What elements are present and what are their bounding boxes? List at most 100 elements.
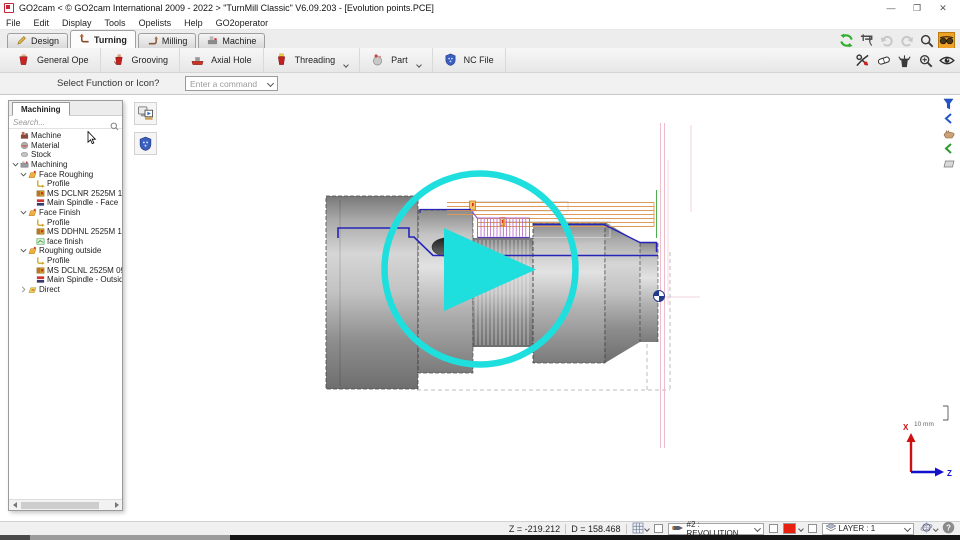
chevron-left-blue-icon[interactable]: [941, 112, 956, 125]
tree-item-material[interactable]: Material: [9, 141, 122, 151]
operation-icon: [27, 246, 37, 255]
search-icon: [110, 118, 119, 136]
tree-item-profile[interactable]: Profile: [9, 217, 122, 227]
expander-open-icon[interactable]: [19, 247, 27, 254]
spindle-checkbox[interactable]: [654, 524, 663, 533]
spindle-icon: [35, 198, 45, 207]
menu-item-go2operator[interactable]: GO2operator: [216, 18, 269, 28]
axial-hole-icon: [191, 53, 204, 68]
svg-text:?: ?: [946, 523, 951, 532]
tree-item-face-finish[interactable]: face finish: [9, 237, 122, 247]
design-tab-icon: [16, 35, 27, 48]
tool-icon: [35, 266, 45, 275]
eraser-icon[interactable]: [875, 52, 892, 69]
turning-tab-icon: [79, 33, 90, 46]
window-title: GO2cam < © GO2cam International 2009 - 2…: [19, 3, 878, 13]
zoom-in-icon[interactable]: [917, 52, 934, 69]
operation-icon: [27, 208, 37, 217]
ribbon-button-axial-hole[interactable]: Axial Hole: [180, 48, 264, 72]
viewport-canvas[interactable]: [0, 95, 960, 521]
maximize-button[interactable]: ❐: [904, 3, 930, 14]
scrollbar-thumb[interactable]: [21, 502, 99, 510]
orbit-button[interactable]: [920, 521, 938, 536]
plane-icon[interactable]: [941, 157, 956, 170]
close-button[interactable]: ✕: [930, 3, 956, 14]
color-swatch[interactable]: [783, 523, 803, 534]
tree-item-direct[interactable]: Direct: [9, 285, 122, 295]
color-checkbox[interactable]: [769, 524, 778, 533]
grooving-icon: [112, 53, 125, 68]
layer-checkbox[interactable]: [808, 524, 817, 533]
clean-icon[interactable]: [896, 52, 913, 69]
expander-open-icon[interactable]: [19, 171, 27, 178]
menu-item-opelists[interactable]: Opelists: [139, 18, 172, 28]
direct-icon: [27, 285, 37, 294]
nc-shield-button[interactable]: [134, 132, 157, 155]
tree-item-face-roughing[interactable]: Face Roughing: [9, 169, 122, 179]
spindle-selector[interactable]: #2 : REVOLUTION: [668, 523, 764, 535]
command-prompt-label: Select Function or Icon?: [57, 78, 159, 89]
menu-bar: File Edit Display Tools Opelists Help GO2opera…: [0, 16, 960, 30]
scroll-left-button[interactable]: [9, 500, 20, 510]
undo-icon[interactable]: [878, 32, 895, 49]
ribbon-button-threading[interactable]: Threading: [264, 48, 361, 72]
menu-item-edit[interactable]: Edit: [34, 18, 50, 28]
simulation-button[interactable]: [134, 102, 157, 125]
command-input[interactable]: Enter a command: [185, 76, 278, 91]
profile-icon: [35, 218, 45, 227]
grid-button[interactable]: [632, 522, 649, 536]
help-button[interactable]: ?: [942, 521, 955, 536]
machine-axes-icon[interactable]: [854, 52, 871, 69]
tree-item-ms-dclnl-2525m-09-t00[interactable]: MS DCLNL 2525M 09.T00: [9, 265, 122, 275]
filter-icon[interactable]: [941, 97, 956, 110]
expander-closed-icon[interactable]: [19, 286, 27, 293]
grab-icon[interactable]: [941, 127, 956, 140]
tree-item-profile[interactable]: Profile: [9, 179, 122, 189]
expander-open-icon[interactable]: [11, 161, 19, 168]
eye-icon[interactable]: [938, 52, 955, 69]
tree-item-ms-ddhnl-2525m-15-t00[interactable]: MS DDHNL 2525M 15.T00: [9, 227, 122, 237]
go2cam-window: GO2cam < © GO2cam International 2009 - 2…: [0, 0, 960, 540]
chevron-left-green-icon[interactable]: [941, 142, 956, 155]
tree-search[interactable]: Search...: [9, 116, 122, 129]
tree-item-profile[interactable]: Profile: [9, 256, 122, 266]
ribbon-button-grooving[interactable]: Grooving: [101, 48, 181, 72]
layer-selector[interactable]: LAYER : 1: [822, 523, 914, 535]
operation-icon: [27, 170, 37, 179]
tree-item-roughing-outside[interactable]: Roughing outside: [9, 246, 122, 256]
tree-item-main-spindle-outside[interactable]: Main Spindle - Outside: [9, 275, 122, 285]
glasses-icon[interactable]: [938, 32, 955, 49]
sync-icon[interactable]: [838, 32, 855, 49]
caliper-icon[interactable]: [858, 32, 875, 49]
tree-item-stock[interactable]: Stock: [9, 150, 122, 160]
horizontal-scrollbar[interactable]: [9, 499, 122, 510]
module-tabs: DesignTurningMillingMachine: [0, 30, 960, 48]
expander-open-icon[interactable]: [19, 209, 27, 216]
ribbon-button-part[interactable]: Part: [360, 48, 433, 72]
tab-machining[interactable]: Machining: [12, 102, 70, 116]
tab-machine[interactable]: Machine: [198, 33, 265, 48]
tab-turning[interactable]: Turning: [70, 30, 136, 48]
ribbon-button-general-ope[interactable]: General Ope: [6, 48, 101, 72]
tree-item-machining[interactable]: Machining: [9, 160, 122, 170]
tree-item-ms-dclnr-2525m-16-t00[interactable]: MS DCLNR 2525M 16.T00: [9, 189, 122, 199]
tab-milling[interactable]: Milling: [138, 33, 197, 48]
z-coordinate: Z = -219.212: [509, 524, 560, 534]
menu-item-tools[interactable]: Tools: [105, 18, 126, 28]
menu-item-file[interactable]: File: [6, 18, 21, 28]
tab-design[interactable]: Design: [7, 33, 68, 48]
menu-item-display[interactable]: Display: [62, 18, 92, 28]
redo-icon[interactable]: [898, 32, 915, 49]
material-icon: [19, 141, 29, 150]
minimize-button[interactable]: —: [878, 3, 904, 13]
tool-icon: [35, 227, 45, 236]
tree-item-main-spindle-face[interactable]: Main Spindle - Face: [9, 198, 122, 208]
menu-item-help[interactable]: Help: [184, 18, 203, 28]
profile-icon: [35, 256, 45, 265]
tree-item-machine[interactable]: Machine: [9, 131, 122, 141]
chevron-down-icon: [267, 80, 274, 87]
zoom-window-icon[interactable]: [918, 32, 935, 49]
tree-item-face-finish[interactable]: Face Finish: [9, 208, 122, 218]
scroll-right-button[interactable]: [111, 500, 122, 510]
ribbon-button-nc-file[interactable]: NC File: [433, 48, 506, 72]
